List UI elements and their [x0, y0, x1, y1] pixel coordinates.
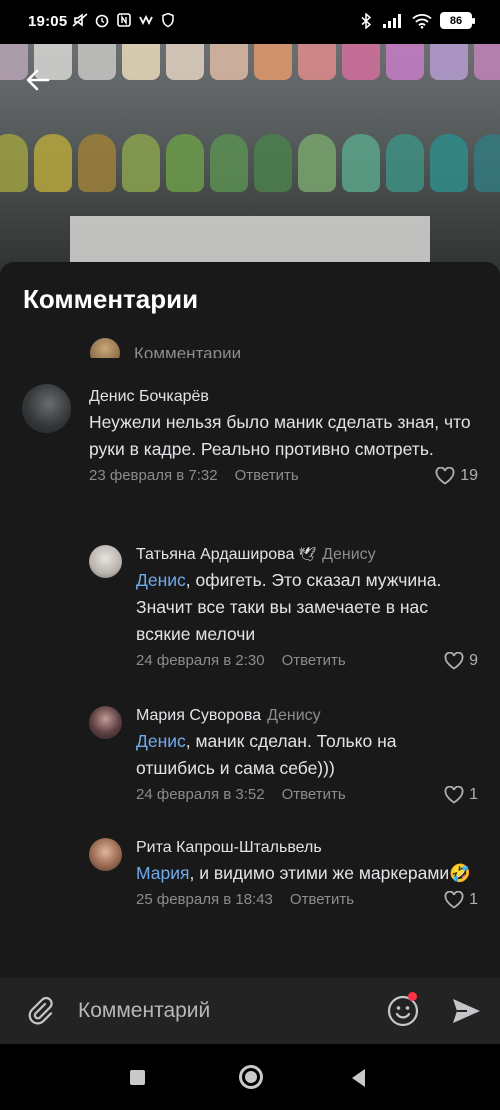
avatar[interactable] — [89, 706, 122, 739]
comment-input[interactable] — [78, 996, 358, 1026]
nfc-icon — [117, 13, 131, 27]
comment-meta: 23 февраля в 7:32 Ответить 19 — [89, 466, 478, 485]
comment-date: 23 февраля в 7:32 — [89, 467, 218, 484]
avatar[interactable] — [89, 838, 122, 871]
comment-text: Денис, офигеть. Это сказал мужчина. Знач… — [136, 570, 442, 644]
home-button[interactable] — [239, 1065, 263, 1089]
comment-author[interactable]: Татьяна Ардаширова — [136, 546, 294, 563]
heart-icon — [435, 466, 455, 485]
comment-date: 25 февраля в 18:43 — [136, 891, 273, 908]
comment-meta: 24 февраля в 2:30 Ответить 9 — [136, 651, 478, 670]
status-right-icons: 86 — [358, 12, 475, 29]
comment-author[interactable]: Денис Бочкарёв — [89, 388, 478, 406]
muted-icon — [72, 13, 88, 27]
reply-button[interactable]: Ответить — [282, 652, 346, 669]
status-left-icons — [72, 12, 176, 28]
photo-markers-top — [0, 44, 500, 80]
battery-icon: 86 — [440, 12, 475, 29]
heart-icon — [444, 651, 464, 670]
comment-meta: 24 февраля в 3:52 Ответить 1 — [136, 785, 478, 804]
like-count: 19 — [460, 466, 478, 484]
like-button[interactable]: 1 — [444, 890, 478, 909]
mention-link[interactable]: Денис — [136, 731, 186, 751]
bluetooth-icon — [361, 12, 372, 29]
heart-icon — [444, 785, 464, 804]
reply-to[interactable]: Денису — [267, 707, 321, 724]
comment-reply-item: Рита Капрош-Штальвель Мария, и видимо эт… — [89, 834, 478, 909]
avatar[interactable] — [22, 384, 71, 433]
comment-reply-item: Мария Суворова Денису Денис, маник сделан… — [89, 702, 478, 804]
like-button[interactable]: 19 — [435, 466, 478, 485]
post-photo — [0, 44, 500, 284]
comment-author-line: Татьяна Ардаширова 🕊 Денису — [136, 546, 478, 564]
reply-button[interactable]: Ответить — [235, 467, 299, 484]
status-time: 19:05 — [28, 13, 68, 30]
comment-reply-item: Татьяна Ардаширова 🕊 Денису Денис, офигеть… — [89, 541, 478, 670]
reply-button[interactable]: Ответить — [290, 891, 354, 908]
previous-comment-peek: Комментарии — [90, 332, 241, 358]
recents-button[interactable] — [130, 1070, 145, 1085]
like-count: 1 — [469, 890, 478, 908]
arrow-left-icon[interactable] — [22, 64, 54, 96]
comments-sheet: Комментарии Комментарии Денис Бочкарёв Н… — [0, 262, 500, 978]
comment-author[interactable]: Рита Капрош-Штальвель — [136, 839, 478, 857]
comment-text: Денис, маник сделан. Только на отшибись … — [136, 731, 397, 778]
comment-text: Мария, и видимо этими же маркерами🤣 — [136, 863, 472, 883]
rofl-emoji: 🤣 — [449, 863, 472, 883]
comment-meta: 25 февраля в 18:43 Ответить 1 — [136, 890, 478, 909]
notification-dot — [408, 992, 417, 1001]
dove-icon: 🕊 — [298, 546, 317, 562]
status-bar: 19:05 86 — [0, 0, 500, 44]
mention-link[interactable]: Мария — [136, 863, 190, 883]
system-nav-bar — [0, 1044, 500, 1110]
vk-icon — [139, 14, 153, 26]
like-count: 1 — [469, 785, 478, 803]
comment-author[interactable]: Мария Суворова — [136, 707, 261, 724]
heart-icon — [444, 890, 464, 909]
like-button[interactable]: 1 — [444, 785, 478, 804]
comment-date: 24 февраля в 2:30 — [136, 652, 265, 669]
wifi-icon — [412, 13, 432, 29]
like-count: 9 — [469, 651, 478, 669]
sheet-title: Комментарии — [23, 284, 199, 314]
alarm-icon — [95, 14, 109, 28]
avatar — [90, 338, 120, 358]
like-button[interactable]: 9 — [444, 651, 478, 670]
reply-button[interactable]: Ответить — [282, 786, 346, 803]
comment-input-bar — [0, 978, 500, 1044]
mention-link[interactable]: Денис — [136, 570, 186, 590]
back-button[interactable] — [352, 1069, 365, 1087]
comment-author-line: Мария Суворова Денису — [136, 707, 478, 725]
comment-text: Неужели нельзя было маник сделать зная, … — [89, 412, 471, 459]
shield-icon — [162, 12, 174, 28]
photo-markers-middle — [0, 134, 500, 192]
paperclip-icon[interactable] — [24, 995, 56, 1027]
comment-item: Денис Бочкарёв Неужели нельзя было маник… — [22, 384, 478, 485]
avatar[interactable] — [89, 545, 122, 578]
reply-to[interactable]: Денису — [322, 546, 376, 563]
send-icon[interactable] — [450, 995, 482, 1027]
peek-text: Комментарии — [134, 344, 242, 358]
signal-icon — [383, 13, 401, 28]
comment-date: 24 февраля в 3:52 — [136, 786, 265, 803]
